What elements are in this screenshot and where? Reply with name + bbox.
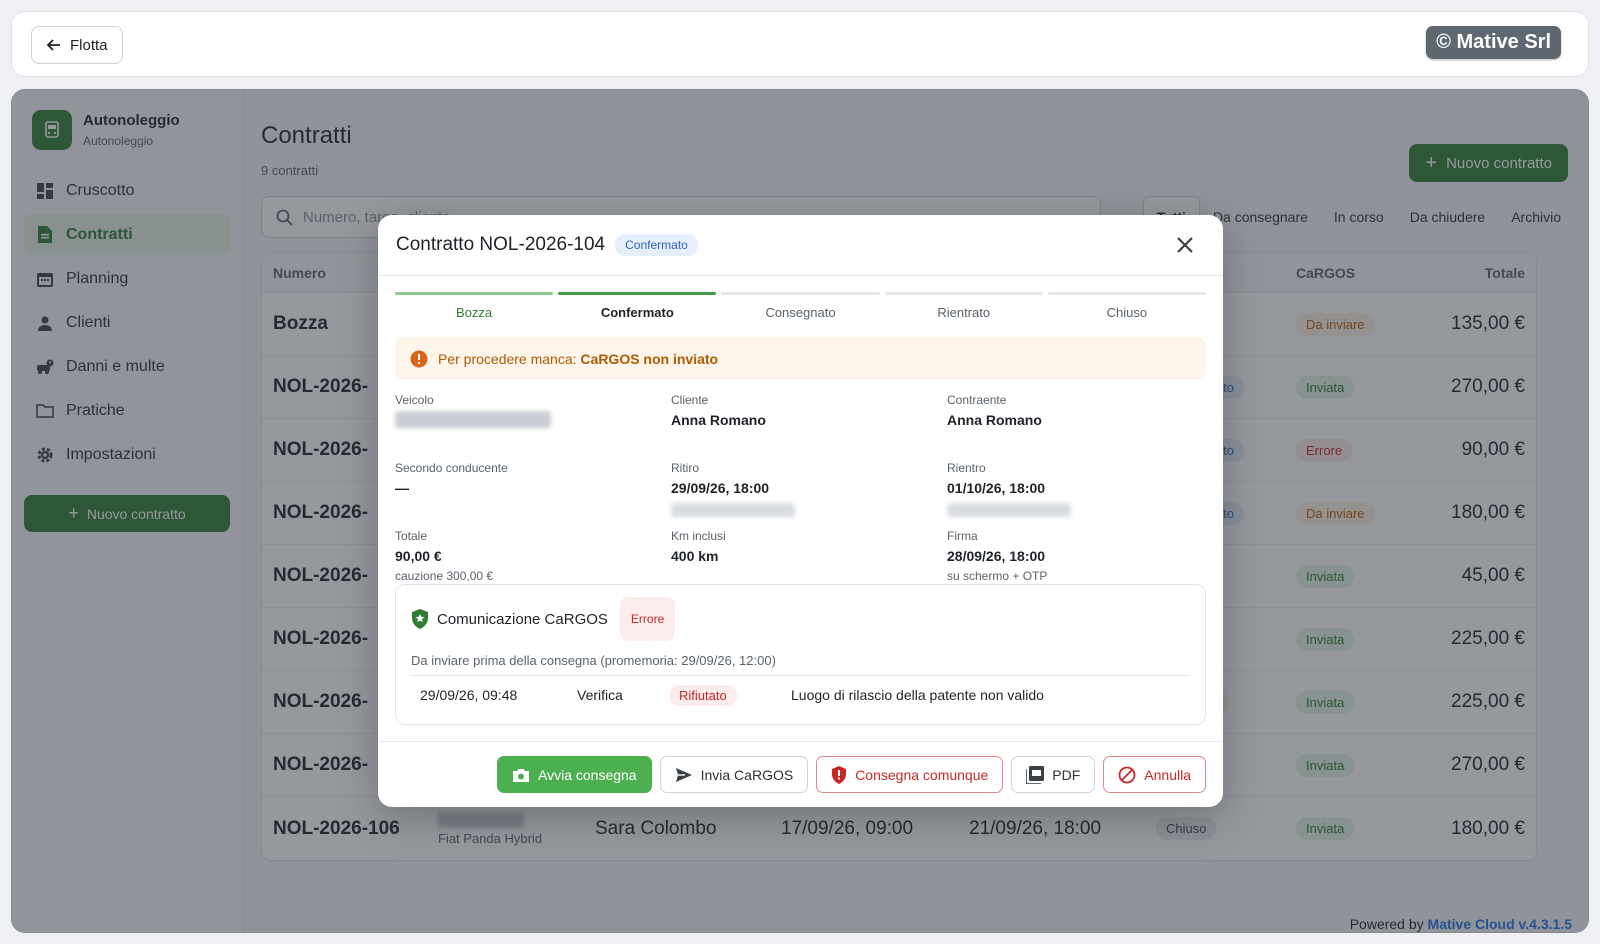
- modal-title: Contratto NOL-2026-104: [396, 234, 606, 255]
- field-label: Secondo conducente: [395, 461, 508, 475]
- start-delivery-label: Avvia consegna: [538, 766, 637, 783]
- field-value: 90,00 €: [395, 548, 442, 564]
- field-label: Rientro: [947, 461, 986, 475]
- redacted-vehicle: [395, 411, 551, 428]
- force-delivery-button[interactable]: Consegna comunque: [816, 756, 1004, 793]
- force-delivery-label: Consegna comunque: [855, 766, 989, 783]
- client-field: Cliente Anna Romano: [671, 393, 947, 461]
- redacted-return-location: [947, 503, 1071, 517]
- contract-status-badge: Confermato: [615, 234, 698, 256]
- camera-icon: [513, 768, 529, 782]
- field-label: Veicolo: [395, 393, 434, 407]
- modal-actions: Avvia consegna Invia CaRGOS Consegna com…: [497, 756, 1206, 793]
- field-value: 28/09/26, 18:00: [947, 548, 1046, 564]
- start-delivery-button[interactable]: Avvia consegna: [497, 756, 652, 793]
- contract-details: Veicolo Cliente Anna Romano Contraente A…: [395, 393, 1206, 597]
- step-consegnato: Consegnato: [721, 292, 880, 320]
- field-value: Anna Romano: [671, 412, 766, 428]
- status-stepper: Bozza Confermato Consegnato Rientrato Ch…: [395, 292, 1207, 320]
- log-date: 29/09/26, 09:48: [420, 686, 518, 703]
- send-cargos-button[interactable]: Invia CaRGOS: [659, 756, 809, 793]
- block-icon: [1118, 766, 1136, 783]
- pdf-icon: [1026, 765, 1045, 784]
- warning-item: CaRGOS non inviato: [580, 350, 719, 367]
- pickup-field: Ritiro 29/09/26, 18:00: [671, 461, 947, 529]
- second-driver-field: Secondo conducente —: [395, 461, 671, 529]
- contractor-field: Contraente Anna Romano: [947, 393, 1206, 461]
- step-bozza: Bozza: [395, 292, 554, 320]
- brand-badge: © Mative Srl: [1426, 26, 1561, 59]
- rejected-badge: Rifiutato: [669, 684, 737, 706]
- field-value: 400 km: [671, 548, 719, 564]
- field-value: 29/09/26, 18:00: [671, 480, 770, 496]
- top-bar: Flotta © Mative Srl: [11, 11, 1589, 77]
- signature-method: su schermo + OTP: [947, 569, 1048, 583]
- cargos-status-badge: Errore: [619, 597, 676, 641]
- cargos-note: Da inviare prima della consegna (promemo…: [411, 653, 776, 668]
- cancel-contract-button[interactable]: Annulla: [1103, 756, 1206, 793]
- close-button[interactable]: [1173, 233, 1197, 257]
- arrow-left-icon: [46, 39, 60, 51]
- step-label: Rientrato: [937, 305, 991, 320]
- field-label: Ritiro: [671, 461, 700, 475]
- missing-requirement-alert: Per procedere manca: CaRGOS non inviato: [395, 337, 1206, 380]
- step-chiuso: Chiuso: [1047, 292, 1207, 320]
- send-cargos-label: Invia CaRGOS: [700, 766, 794, 783]
- send-icon: [675, 767, 692, 782]
- contract-modal: Contratto NOL-2026-104 Confermato Bozza …: [378, 215, 1223, 807]
- step-label: Consegnato: [765, 305, 836, 320]
- cancel-contract-label: Annulla: [1144, 766, 1191, 783]
- modal-footer: Avvia consegna Invia CaRGOS Consegna com…: [378, 741, 1223, 807]
- field-value: Anna Romano: [947, 412, 1042, 428]
- cargos-panel: Comunicazione CaRGOS Errore Da inviare p…: [395, 584, 1206, 725]
- field-label: Totale: [395, 529, 428, 543]
- vehicle-field: Veicolo: [395, 393, 671, 461]
- field-label: Km inclusi: [671, 529, 726, 543]
- log-type: Verifica: [577, 686, 623, 703]
- redacted-pickup-location: [671, 503, 795, 517]
- return-field: Rientro 01/10/26, 18:00: [947, 461, 1206, 529]
- deposit-note: cauzione 300,00 €: [395, 569, 494, 583]
- step-label: Chiuso: [1106, 305, 1148, 320]
- pdf-button[interactable]: PDF: [1011, 756, 1096, 793]
- cargos-title: Comunicazione CaRGOS: [437, 610, 608, 628]
- field-value: —: [395, 480, 409, 496]
- log-result: Rifiutato: [669, 684, 791, 706]
- step-confermato: Confermato: [558, 292, 717, 320]
- field-value: 01/10/26, 18:00: [947, 480, 1046, 496]
- step-rientrato: Rientrato: [884, 292, 1043, 320]
- log-message: Luogo di rilascio della patente non vali…: [791, 686, 1044, 703]
- cargos-header: Comunicazione CaRGOS Errore: [411, 597, 676, 641]
- step-label: Bozza: [456, 305, 493, 320]
- warning-icon: [410, 350, 428, 367]
- modal-header: Contratto NOL-2026-104 Confermato: [378, 215, 1223, 276]
- shield-alert-icon: [832, 765, 847, 784]
- cargos-log-row: 29/09/26, 09:48 Verifica Rifiutato Luogo…: [411, 675, 1190, 713]
- field-label: Firma: [947, 529, 978, 543]
- field-label: Contraente: [947, 393, 1007, 407]
- shield-star-icon: [412, 609, 428, 629]
- warning-prefix: Per procedere manca:: [438, 350, 577, 367]
- close-icon: [1177, 237, 1193, 253]
- field-label: Cliente: [671, 393, 709, 407]
- back-label: Flotta: [70, 36, 108, 54]
- back-to-fleet-button[interactable]: Flotta: [31, 26, 123, 64]
- pdf-label: PDF: [1052, 766, 1081, 783]
- step-label: Confermato: [600, 305, 674, 320]
